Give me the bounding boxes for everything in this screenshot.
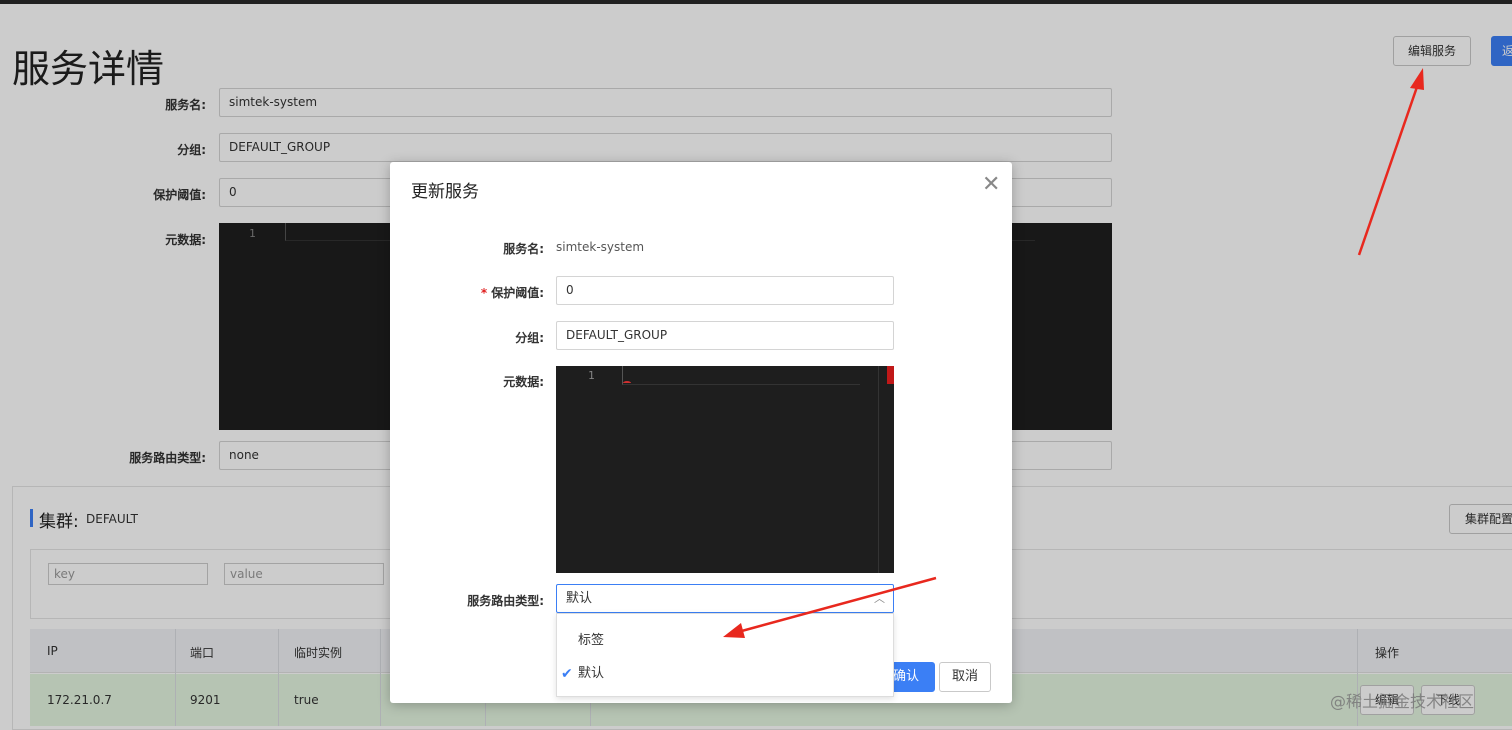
dialog-title: 更新服务	[411, 182, 479, 202]
dialog-group-input[interactable]: DEFAULT_GROUP	[556, 321, 894, 350]
selector-type-select[interactable]: 默认 ︿	[556, 584, 894, 613]
dialog-group-label: 分组:	[515, 331, 544, 345]
required-marker: *	[480, 286, 488, 300]
dialog-threshold-input[interactable]: 0	[556, 276, 894, 305]
dropdown-option-default[interactable]: ✔ 默认	[557, 658, 893, 690]
chevron-up-icon: ︿	[874, 592, 885, 605]
dialog-metadata-editor[interactable]: 1	[556, 366, 894, 573]
editor-current-line	[622, 366, 860, 385]
dropdown-option-default-text: 默认	[578, 666, 605, 681]
dropdown-option-label[interactable]: 标签	[557, 625, 893, 657]
dialog-threshold-label-text: 保护阈值:	[491, 286, 544, 300]
dialog-threshold-label: * 保护阈值:	[390, 284, 544, 301]
editor-minimap-divider	[878, 366, 879, 573]
dialog-service-name-value: simtek-system	[556, 240, 645, 254]
editor-error-marker	[887, 366, 894, 384]
dialog-selector-label: 服务路由类型:	[467, 594, 544, 608]
line-number: 1	[588, 369, 595, 382]
selector-type-dropdown: 标签 ✔ 默认	[556, 613, 894, 697]
watermark: @稀土掘金技术社区	[1330, 692, 1475, 711]
check-icon: ✔	[561, 666, 573, 682]
dropdown-option-label-text: 标签	[578, 633, 605, 648]
dialog-metadata-label: 元数据:	[503, 375, 544, 389]
update-service-dialog: 更新服务 ✕ 服务名: simtek-system * 保护阈值: 0 分组: D…	[390, 162, 1012, 703]
close-icon[interactable]: ✕	[982, 174, 1000, 196]
editor-error-squiggle	[623, 381, 631, 385]
cancel-button[interactable]: 取消	[939, 662, 991, 692]
dialog-service-name-label: 服务名:	[503, 242, 544, 256]
selector-type-value: 默认	[566, 591, 593, 606]
